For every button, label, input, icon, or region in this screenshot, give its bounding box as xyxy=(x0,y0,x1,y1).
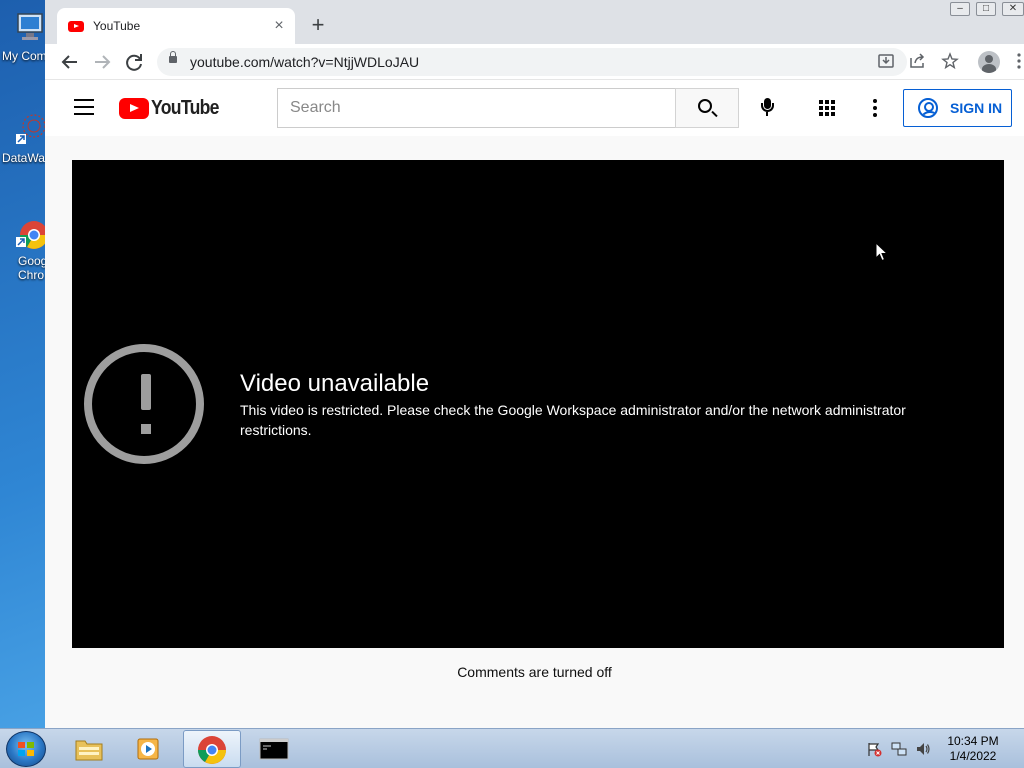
taskbar-chrome[interactable] xyxy=(183,730,241,768)
minimize-button[interactable]: – xyxy=(950,2,970,16)
desktop-icon-my-computer[interactable]: My Com xyxy=(0,10,47,63)
forward-button[interactable] xyxy=(90,50,114,74)
youtube-header: YouTube SIGN IN xyxy=(45,80,1024,136)
browser-toolbar: youtube.com/watch?v=NtjjWDLoJAU xyxy=(45,44,1024,80)
microphone-icon[interactable] xyxy=(757,98,777,118)
clock-time: 10:34 PM xyxy=(947,734,999,748)
close-window-button[interactable]: ✕ xyxy=(1002,2,1024,16)
search-icon xyxy=(698,99,712,113)
windows-logo-icon xyxy=(18,742,34,756)
tab-strip: YouTube × + – □ ✕ xyxy=(45,0,1024,44)
reload-icon xyxy=(126,54,142,71)
taskbar: 10:34 PM 1/4/2022 xyxy=(0,728,1024,768)
account-icon xyxy=(918,98,938,118)
datawarehouse-icon xyxy=(16,114,46,144)
comments-status: Comments are turned off xyxy=(457,664,612,680)
back-button[interactable] xyxy=(58,50,82,74)
browser-window: YouTube × + – □ ✕ youtube.com/watch?v=Nt… xyxy=(45,0,1024,728)
chrome-icon xyxy=(198,736,226,764)
computer-icon xyxy=(17,13,43,40)
bookmark-star-icon[interactable] xyxy=(940,52,960,72)
desktop-icon-google-chrome[interactable]: Goog Chro xyxy=(0,215,48,282)
desktop-icon-datawa[interactable]: DataWa xyxy=(0,112,46,165)
profile-avatar-icon[interactable] xyxy=(978,51,1000,73)
youtube-play-icon xyxy=(119,97,149,119)
maximize-button[interactable]: □ xyxy=(976,2,996,16)
terminal-icon xyxy=(259,738,289,760)
tab-close-icon[interactable]: × xyxy=(269,16,289,36)
system-clock[interactable]: 10:34 PM 1/4/2022 xyxy=(940,734,1006,764)
error-exclamation-icon xyxy=(84,344,204,464)
search-box xyxy=(277,88,676,128)
start-button[interactable] xyxy=(6,731,46,767)
error-title: Video unavailable xyxy=(240,370,430,397)
folder-icon xyxy=(75,740,103,761)
youtube-wordmark: YouTube xyxy=(151,96,219,119)
address-bar[interactable]: youtube.com/watch?v=NtjjWDLoJAU xyxy=(157,48,907,76)
new-tab-button[interactable]: + xyxy=(307,14,329,36)
action-center-flag-icon[interactable] xyxy=(866,741,882,757)
video-player[interactable]: Video unavailable This video is restrict… xyxy=(72,160,1004,648)
search-button[interactable] xyxy=(675,88,739,128)
search-input[interactable] xyxy=(278,89,676,127)
error-message: This video is restricted. Please check t… xyxy=(240,402,906,438)
forward-arrow-icon xyxy=(95,55,111,69)
mouse-cursor-icon xyxy=(875,242,888,262)
tab-youtube[interactable]: YouTube × xyxy=(57,8,295,44)
media-player-icon xyxy=(137,738,159,760)
tab-title: YouTube xyxy=(93,19,141,33)
lock-icon xyxy=(169,51,177,63)
reload-button[interactable] xyxy=(122,50,146,74)
taskbar-file-explorer[interactable] xyxy=(60,730,118,768)
chrome-menu-icon[interactable] xyxy=(1014,52,1024,72)
network-icon[interactable] xyxy=(891,741,907,757)
back-arrow-icon xyxy=(61,55,77,69)
youtube-favicon-icon xyxy=(68,20,84,32)
settings-more-icon[interactable] xyxy=(873,99,877,117)
sign-in-label: SIGN IN xyxy=(950,100,1003,116)
taskbar-media-player[interactable] xyxy=(120,730,178,768)
install-app-icon[interactable] xyxy=(876,52,896,72)
youtube-logo[interactable]: YouTube xyxy=(119,97,228,119)
taskbar-command-prompt[interactable] xyxy=(245,730,303,768)
address-url[interactable]: youtube.com/watch?v=NtjjWDLoJAU xyxy=(190,54,419,70)
clock-date: 1/4/2022 xyxy=(949,749,997,763)
volume-icon[interactable] xyxy=(915,741,931,757)
apps-grid-icon[interactable] xyxy=(819,100,835,116)
menu-icon[interactable] xyxy=(74,99,94,115)
share-icon[interactable] xyxy=(907,52,927,72)
chrome-icon xyxy=(16,221,48,249)
sign-in-button[interactable]: SIGN IN xyxy=(903,89,1012,127)
